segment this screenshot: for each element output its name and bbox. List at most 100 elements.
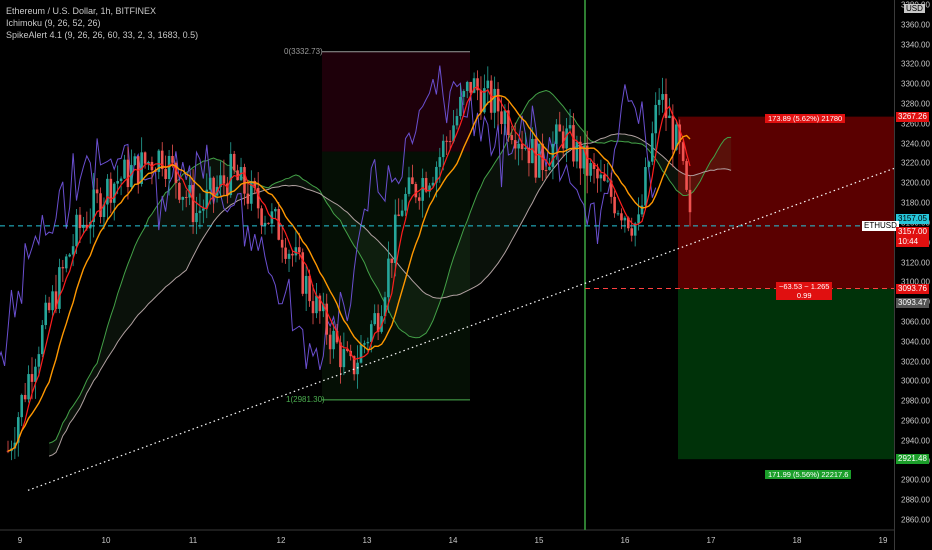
candle-body	[116, 181, 119, 184]
short-loss-zone	[678, 288, 894, 460]
candle-body	[606, 180, 610, 182]
candle-body	[274, 209, 277, 212]
candle-body	[661, 94, 664, 100]
candle-body	[407, 177, 411, 194]
price-tick-label: 2940.00	[901, 436, 930, 446]
candle-body	[438, 157, 442, 167]
target-bottom-price-tag: 2921.48	[896, 454, 929, 465]
candle-body	[404, 193, 407, 211]
price-tick-label: 3180.00	[901, 198, 930, 208]
candle-body	[181, 196, 185, 200]
price-tick-label: 3220.00	[901, 158, 930, 168]
candle-body	[486, 80, 490, 89]
target-top-price-tag: 3267.26	[896, 111, 929, 122]
candle-body	[64, 256, 68, 269]
candle-body	[58, 267, 61, 309]
candle-body	[596, 169, 599, 179]
candle-body	[400, 210, 404, 216]
time-tick-label: 12	[276, 536, 286, 545]
candle-body	[534, 138, 538, 178]
candle-body	[572, 125, 575, 162]
candle-body	[304, 275, 308, 294]
price-tick-label: 3320.00	[901, 59, 930, 69]
candle-body	[637, 214, 640, 224]
candle-body	[294, 247, 298, 256]
candle-body	[68, 254, 71, 257]
candle-body	[613, 196, 616, 214]
time-tick-label: 11	[188, 536, 198, 545]
time-tick-label: 13	[362, 536, 372, 545]
candle-body	[575, 141, 579, 162]
candle-body	[551, 143, 555, 167]
candle-body	[30, 374, 34, 382]
candle-body	[287, 253, 291, 259]
ichimoku-indicator-label[interactable]: Ichimoku (9, 26, 52, 26)	[6, 17, 198, 29]
candle-body	[133, 156, 137, 166]
candle-body	[411, 177, 414, 185]
time-tick-label: 14	[448, 536, 458, 545]
price-chart-canvas[interactable]	[0, 0, 932, 550]
risk-reward-line-1: −63.53 ~ 1.265	[779, 282, 830, 292]
candle-body	[503, 110, 507, 125]
price-tick-label: 2980.00	[901, 396, 930, 406]
candle-body	[47, 302, 51, 311]
candle-body	[654, 104, 658, 134]
candle-body	[208, 177, 212, 190]
price-tick-label: 2900.00	[901, 475, 930, 485]
candle-body	[620, 213, 623, 221]
candle-body	[630, 228, 634, 236]
candle-body	[256, 188, 260, 209]
candle-body	[393, 214, 397, 263]
candle-body	[479, 90, 483, 113]
range-box-upper	[322, 51, 470, 152]
candle-body	[171, 155, 174, 163]
candle-body	[688, 189, 692, 213]
candle-body	[280, 239, 284, 248]
candle-body	[414, 184, 418, 198]
candle-body	[284, 247, 287, 259]
candle-body	[277, 209, 281, 240]
candle-body	[44, 302, 47, 326]
candle-body	[493, 88, 496, 113]
candle-body	[513, 140, 517, 149]
price-tick-label: 3120.00	[901, 258, 930, 268]
candle-body	[260, 208, 263, 226]
price-tick-label: 3200.00	[901, 178, 930, 188]
candle-body	[119, 178, 123, 182]
candle-body	[232, 153, 236, 171]
candle-body	[78, 214, 82, 229]
profit-target-label: 173.89 (5.62%) 21780	[765, 113, 846, 123]
candle-body	[462, 91, 466, 97]
candle-body	[27, 374, 30, 400]
candle-body	[363, 343, 366, 345]
candle-body	[644, 167, 647, 206]
candle-body	[599, 174, 603, 179]
candle-body	[496, 88, 500, 112]
candle-body	[373, 313, 377, 325]
candle-body	[469, 81, 472, 93]
candle-body	[222, 175, 226, 184]
current-price-cyan-tag: 3157.05	[896, 213, 929, 224]
candle-body	[246, 193, 250, 204]
candle-body	[123, 159, 126, 179]
candle-body	[685, 161, 688, 190]
price-tick-label: 2880.00	[901, 495, 930, 505]
candle-body	[51, 291, 54, 311]
spikealert-indicator-label[interactable]: SpikeAlert 4.1 (9, 26, 26, 60, 33, 2, 3,…	[6, 29, 198, 41]
candle-body	[657, 99, 661, 105]
candle-body	[359, 344, 363, 363]
time-tick-label: 17	[706, 536, 716, 545]
candle-body	[126, 159, 130, 188]
symbol-title[interactable]: Ethereum / U.S. Dollar, 1h, BITFINEX	[6, 5, 198, 17]
fib-high-label: 0(3332.73)	[284, 46, 323, 56]
candle-body	[315, 295, 318, 314]
candle-body	[448, 141, 452, 143]
candle-body	[71, 246, 75, 255]
candle-body	[397, 214, 400, 216]
candle-body	[243, 167, 246, 194]
price-scale[interactable]: 3380.003360.003340.003320.003300.003280.…	[894, 0, 932, 550]
candle-body	[143, 152, 147, 164]
stop-price-tag: 3093.47	[896, 298, 929, 309]
candle-body	[390, 258, 394, 263]
candle-body	[603, 174, 606, 181]
